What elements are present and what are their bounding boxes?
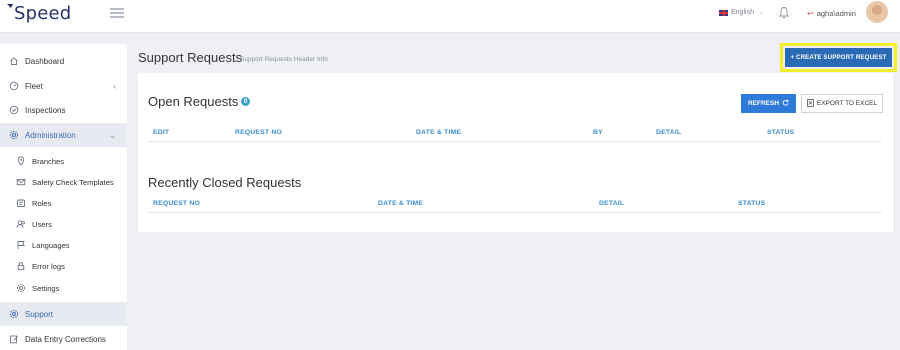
excel-icon xyxy=(806,98,814,109)
user-menu[interactable]: ↩ agha\admin xyxy=(807,9,856,18)
lock-icon xyxy=(16,261,26,271)
sidebar: Dashboard Fleet ‹ Inspections Administra… xyxy=(0,44,127,350)
sidebar-item-dashboard[interactable]: Dashboard xyxy=(0,50,127,72)
divider xyxy=(148,212,882,213)
bell-icon[interactable] xyxy=(778,6,790,20)
logo-text: Speed xyxy=(14,3,72,24)
sidebar-item-label: Administration xyxy=(25,130,76,140)
column-header-edit[interactable]: EDIT xyxy=(153,129,169,136)
sidebar-item-branches[interactable]: Branches xyxy=(0,150,127,172)
gear-icon xyxy=(16,283,26,293)
column-header-by[interactable]: BY xyxy=(593,129,603,136)
username: agha\admin xyxy=(816,9,856,18)
refresh-icon xyxy=(782,99,789,108)
support-icon xyxy=(9,309,19,319)
create-support-request-button[interactable]: + CREATE SUPPORT REQUEST xyxy=(785,48,892,67)
sidebar-item-roles[interactable]: Roles xyxy=(0,192,127,214)
logout-icon: ↩ xyxy=(807,9,814,18)
column-header-detail[interactable]: DETAIL xyxy=(656,129,681,136)
sidebar-item-label: Data Entry Corrections xyxy=(25,334,106,344)
refresh-label: REFRESH xyxy=(747,100,780,107)
sidebar-item-label: Support xyxy=(25,309,54,319)
map-pin-icon xyxy=(16,156,26,166)
sidebar-item-label: Dashboard xyxy=(25,56,65,66)
sidebar-item-error-logs[interactable]: Error logs xyxy=(0,255,127,277)
column-header-date-time[interactable]: DATE & TIME xyxy=(416,129,461,136)
open-requests-count-badge: 0 xyxy=(241,97,250,106)
chevron-left-icon: ‹ xyxy=(113,81,116,91)
sidebar-item-inspections[interactable]: Inspections xyxy=(0,99,127,121)
sidebar-item-languages[interactable]: Languages xyxy=(0,234,127,256)
language-selector[interactable]: English ⌄ xyxy=(719,9,764,16)
users-icon xyxy=(16,219,26,229)
closed-requests-title: Recently Closed Requests xyxy=(148,175,302,190)
sidebar-item-label: Fleet xyxy=(25,81,43,91)
home-icon xyxy=(9,56,19,66)
sidebar-item-users[interactable]: Users xyxy=(0,213,127,235)
column-header-detail[interactable]: DETAIL xyxy=(599,200,624,207)
sidebar-item-fleet[interactable]: Fleet ‹ xyxy=(0,75,127,97)
chevron-down-icon: ⌄ xyxy=(758,10,764,16)
sidebar-item-support[interactable]: Support xyxy=(0,302,127,326)
sidebar-item-label: Roles xyxy=(32,198,52,208)
avatar[interactable] xyxy=(866,1,888,23)
sidebar-item-administration[interactable]: Administration ⌄ xyxy=(0,123,127,147)
column-header-request-no[interactable]: REQUEST NO xyxy=(235,129,282,136)
language-label: English xyxy=(731,9,754,16)
export-to-excel-button[interactable]: EXPORT TO EXCEL xyxy=(801,94,883,113)
page-subtitle: Support Requests Header Info xyxy=(240,56,328,63)
sidebar-item-data-entry-corrections[interactable]: Data Entry Corrections xyxy=(0,328,127,350)
sidebar-item-label: Users xyxy=(32,219,52,229)
column-header-status[interactable]: STATUS xyxy=(767,129,794,136)
sidebar-item-label: Safety Check Templates xyxy=(32,177,114,187)
edit-icon xyxy=(9,334,19,344)
logo[interactable]: Speed xyxy=(6,2,72,24)
page-title: Support Requests xyxy=(138,50,243,65)
sidebar-item-label: Error logs xyxy=(32,261,65,271)
sidebar-item-label: Languages xyxy=(32,240,70,250)
column-header-status[interactable]: STATUS xyxy=(738,200,765,207)
sidebar-item-label: Inspections xyxy=(25,105,66,115)
fleet-icon xyxy=(9,81,19,91)
sidebar-item-label: Settings xyxy=(32,283,60,293)
gear-icon xyxy=(9,130,19,140)
sidebar-item-label: Branches xyxy=(32,156,65,166)
export-label: EXPORT TO EXCEL xyxy=(816,100,878,107)
flag-icon xyxy=(16,240,26,250)
chevron-down-icon: ⌄ xyxy=(109,130,116,140)
sidebar-item-settings[interactable]: Settings xyxy=(0,277,127,299)
uk-flag-icon xyxy=(719,9,728,16)
top-bar: Speed English ⌄ ↩ agha\admin xyxy=(0,0,900,33)
column-header-date-time[interactable]: DATE & TIME xyxy=(378,200,423,207)
column-header-request-no[interactable]: REQUEST NO xyxy=(153,200,200,207)
refresh-button[interactable]: REFRESH xyxy=(741,94,796,113)
menu-toggle-icon[interactable] xyxy=(110,8,124,18)
roles-icon xyxy=(16,198,26,208)
divider xyxy=(148,141,882,142)
mail-icon xyxy=(16,177,26,187)
create-button-highlight: + CREATE SUPPORT REQUEST xyxy=(780,43,897,72)
open-requests-title: Open Requests xyxy=(148,94,239,109)
check-circle-icon xyxy=(9,105,19,115)
sidebar-item-safety-check-templates[interactable]: Safety Check Templates xyxy=(0,171,127,193)
